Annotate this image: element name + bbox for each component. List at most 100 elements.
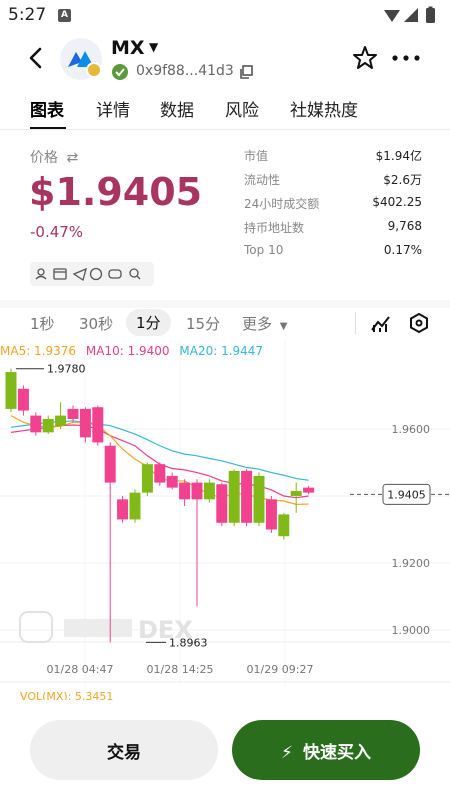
candle-body: [55, 415, 67, 426]
interval-30s[interactable]: 30秒: [79, 313, 113, 334]
trade-button[interactable]: 交易: [30, 720, 218, 780]
stat-value: $402.25: [372, 195, 422, 209]
candle-body: [117, 499, 129, 520]
candle-body: [141, 464, 153, 493]
candle-body: [228, 470, 240, 523]
y-tick-label: 1.9000: [392, 624, 431, 637]
interval-separator: [355, 312, 356, 334]
volume-label: VOL(MX): 5.3451: [20, 690, 114, 700]
candle-body: [191, 482, 203, 500]
low-label: 1.8963: [169, 636, 208, 649]
candle-body: [92, 407, 104, 443]
candle-body: [5, 372, 17, 409]
interval-more-label: 更多: [242, 315, 273, 333]
x-tick-label: 01/29 09:27: [247, 663, 314, 676]
back-arrow-icon: [29, 47, 42, 69]
signal-icon: [404, 8, 418, 22]
bottom-action-bar: 交易 ⚡ 快速买入: [0, 700, 450, 800]
price-change: -0.47%: [30, 223, 84, 241]
stat-label: Top 10: [244, 243, 284, 257]
candle-body: [253, 475, 265, 523]
social-links: [30, 262, 154, 286]
price-label[interactable]: 价格 ⇄: [30, 147, 78, 167]
interval-1s[interactable]: 1秒: [30, 313, 55, 334]
x-tick-label: 01/28 14:25: [147, 663, 214, 676]
token-stats: 市值 $1.94亿 流动性 $2.6万 24小时成交额 $402.25 持币地址…: [244, 145, 422, 265]
caret-down-icon: ▼: [279, 321, 288, 332]
interval-1m[interactable]: 1分: [126, 309, 171, 336]
price-value: $1.9405: [29, 170, 203, 214]
favorite-star-icon[interactable]: [351, 44, 379, 72]
battery-icon: [426, 8, 435, 23]
high-label: 1.9780: [47, 363, 86, 376]
stat-holders: 持币地址数 9,768: [244, 217, 422, 241]
candle-body: [203, 482, 215, 500]
telegram-icon: [72, 267, 87, 282]
candle-body: [42, 418, 54, 433]
interval-selector: 1秒 30秒 1分 15分 更多 ▼: [0, 308, 450, 338]
quick-buy-button[interactable]: ⚡ 快速买入: [232, 720, 420, 780]
stat-24h-volume: 24小时成交额 $402.25: [244, 193, 422, 217]
active-tab-indicator: [30, 127, 66, 129]
system-status-icons: [382, 6, 442, 30]
y-tick-label: 1.9600: [392, 423, 431, 436]
watermark-okx-logo: [64, 619, 132, 637]
stat-value: $1.94亿: [375, 149, 422, 163]
user-icon: [37, 268, 45, 276]
token-name[interactable]: MX: [111, 37, 145, 59]
current-price-label: 1.9405: [387, 488, 426, 501]
stat-label: 24小时成交额: [244, 197, 320, 211]
copy-icon[interactable]: [238, 64, 254, 80]
candle-body: [166, 475, 178, 488]
candle-body: [179, 482, 191, 500]
candle-body: [17, 388, 29, 411]
tab-data[interactable]: 数据: [160, 96, 194, 121]
main-tabs: 图表 详情 数据 风险 社媒热度: [0, 90, 450, 130]
search-icon: [129, 268, 139, 278]
tab-chart[interactable]: 图表: [30, 96, 64, 121]
more-options-icon[interactable]: [390, 44, 422, 72]
candle-body: [265, 499, 277, 530]
stat-value: 0.17%: [383, 243, 422, 257]
token-address: 0x9f88...41d3: [136, 63, 234, 79]
candle-body: [241, 470, 253, 523]
candle-body: [290, 490, 302, 496]
quick-buy-label: 快速买入: [302, 742, 371, 763]
website-icon: [53, 268, 67, 280]
tab-social[interactable]: 社媒热度: [290, 96, 358, 121]
discord-icon: [108, 269, 122, 279]
section-divider: [0, 300, 450, 308]
wifi-icon: [384, 10, 400, 22]
price-label-text: 价格: [30, 150, 58, 166]
candle-body: [129, 492, 141, 520]
facebook-icon: [89, 267, 103, 281]
candle-body: [216, 484, 228, 523]
tab-risk[interactable]: 风险: [225, 96, 259, 121]
stat-market-cap: 市值 $1.94亿: [244, 145, 422, 169]
candle-body: [67, 408, 79, 419]
candle-body: [30, 415, 42, 433]
candlestick-chart[interactable]: DEX1.97801.89631.96001.94001.92001.90001…: [0, 340, 450, 685]
candle-body: [154, 464, 166, 483]
stat-label: 市值: [244, 149, 269, 163]
indicator-chart-icon[interactable]: [369, 311, 393, 335]
status-time: 5:27: [8, 5, 47, 25]
stat-value: 9,768: [387, 219, 422, 233]
caret-down-icon[interactable]: ▼: [149, 40, 158, 54]
chart-settings-icon[interactable]: [407, 311, 431, 335]
tab-details[interactable]: 详情: [96, 96, 130, 121]
watermark-logo-icon: [19, 611, 53, 643]
candle-body: [303, 487, 315, 493]
interval-more[interactable]: 更多 ▼: [242, 313, 288, 334]
stat-top10: Top 10 0.17%: [244, 241, 422, 265]
back-button[interactable]: [22, 44, 50, 72]
swap-icon[interactable]: ⇄: [66, 150, 78, 166]
interval-15m[interactable]: 15分: [186, 313, 220, 334]
candle-body: [104, 445, 116, 483]
candle-body: [278, 514, 290, 537]
y-tick-label: 1.9200: [392, 557, 431, 570]
x-tick-label: 01/28 04:47: [47, 663, 114, 676]
verified-icon: [112, 64, 128, 80]
stat-value: $2.6万: [383, 173, 422, 187]
chain-badge-icon: [86, 62, 102, 78]
